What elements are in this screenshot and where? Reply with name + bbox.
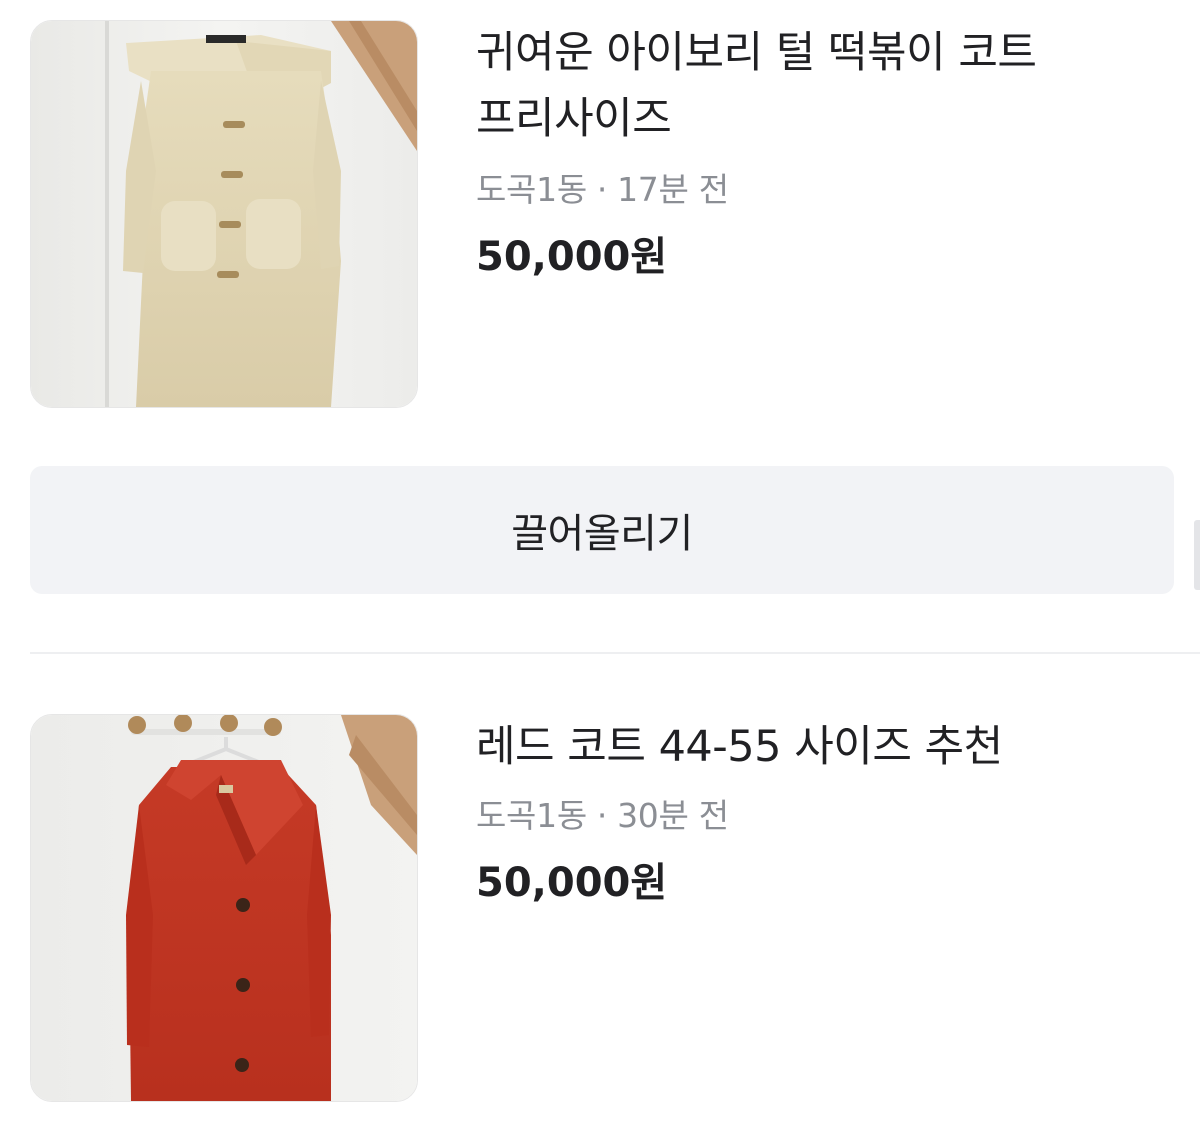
ivory-coat-photo	[31, 21, 417, 407]
listing-time: 30분 전	[617, 796, 729, 835]
listing-meta: 도곡1동 · 17분 전	[476, 168, 1170, 212]
listing-thumbnail[interactable]	[30, 20, 418, 408]
listing-title-line2: 프리사이즈	[476, 94, 672, 144]
listing-thumbnail[interactable]	[30, 714, 418, 1102]
listing-location: 도곡1동	[476, 796, 587, 835]
listing-title[interactable]: 귀여운 아이보리 털 떡볶이 코트 프리사이즈	[476, 20, 1170, 152]
listing-info: 레드 코트 44-55 사이즈 추천 도곡1동 · 30분 전 50,000원	[476, 714, 1170, 910]
listing-price: 50,000원	[476, 860, 668, 906]
listing-time: 17분 전	[617, 170, 729, 209]
meta-separator: ·	[596, 170, 608, 209]
edge-indicator	[1194, 520, 1200, 590]
listing-title[interactable]: 레드 코트 44-55 사이즈 추천	[476, 714, 1170, 780]
bump-button[interactable]: 끌어올리기	[30, 466, 1174, 594]
listing-meta: 도곡1동 · 30분 전	[476, 794, 1170, 838]
listing-price: 50,000원	[476, 234, 668, 280]
list-divider	[30, 652, 1200, 654]
listing-location: 도곡1동	[476, 170, 587, 209]
meta-separator: ·	[596, 796, 608, 835]
listing-title-line1: 귀여운 아이보리 털 떡볶이 코트	[476, 28, 1037, 78]
listing-info: 귀여운 아이보리 털 떡볶이 코트 프리사이즈 도곡1동 · 17분 전 50,00…	[476, 20, 1170, 284]
red-coat-photo	[31, 715, 417, 1101]
